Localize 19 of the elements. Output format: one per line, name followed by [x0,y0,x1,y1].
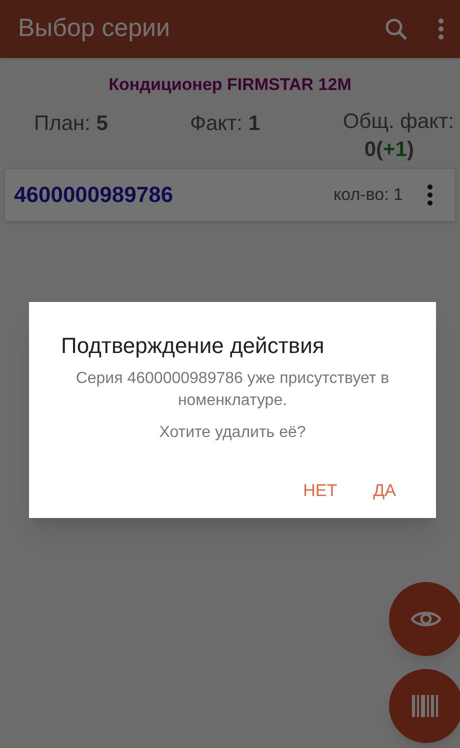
yes-button[interactable]: ДА [361,472,408,510]
dialog-message: Серия 4600000989786 уже присутствует в номенклатуре. [74,369,390,411]
stat-text: Факт: 1 [190,112,260,134]
eye-icon [411,609,441,629]
more-icon[interactable] [427,184,433,206]
no-button[interactable]: НЕТ [291,472,350,510]
series-card[interactable]: 4600000989786 кол-во: 1 [4,168,456,222]
more-icon[interactable] [438,18,444,40]
barcode-icon [412,695,440,717]
dialog-question: Хотите удалить её? [158,423,307,443]
series-code: 4600000989786 [14,181,174,209]
product-name: Кондиционер FIRMSTAR 12M [108,74,352,96]
total-fact-label: Общ. факт: [342,108,454,134]
search-icon[interactable] [384,17,408,41]
quantity-text: кол-во: 1 [334,184,403,206]
dialog-title: Подтверждение действия [60,332,326,360]
total-fact-value: 0(+1) [364,136,415,162]
screen-title: Выбор серии [18,13,171,44]
stat-text: План: 5 [34,112,108,134]
